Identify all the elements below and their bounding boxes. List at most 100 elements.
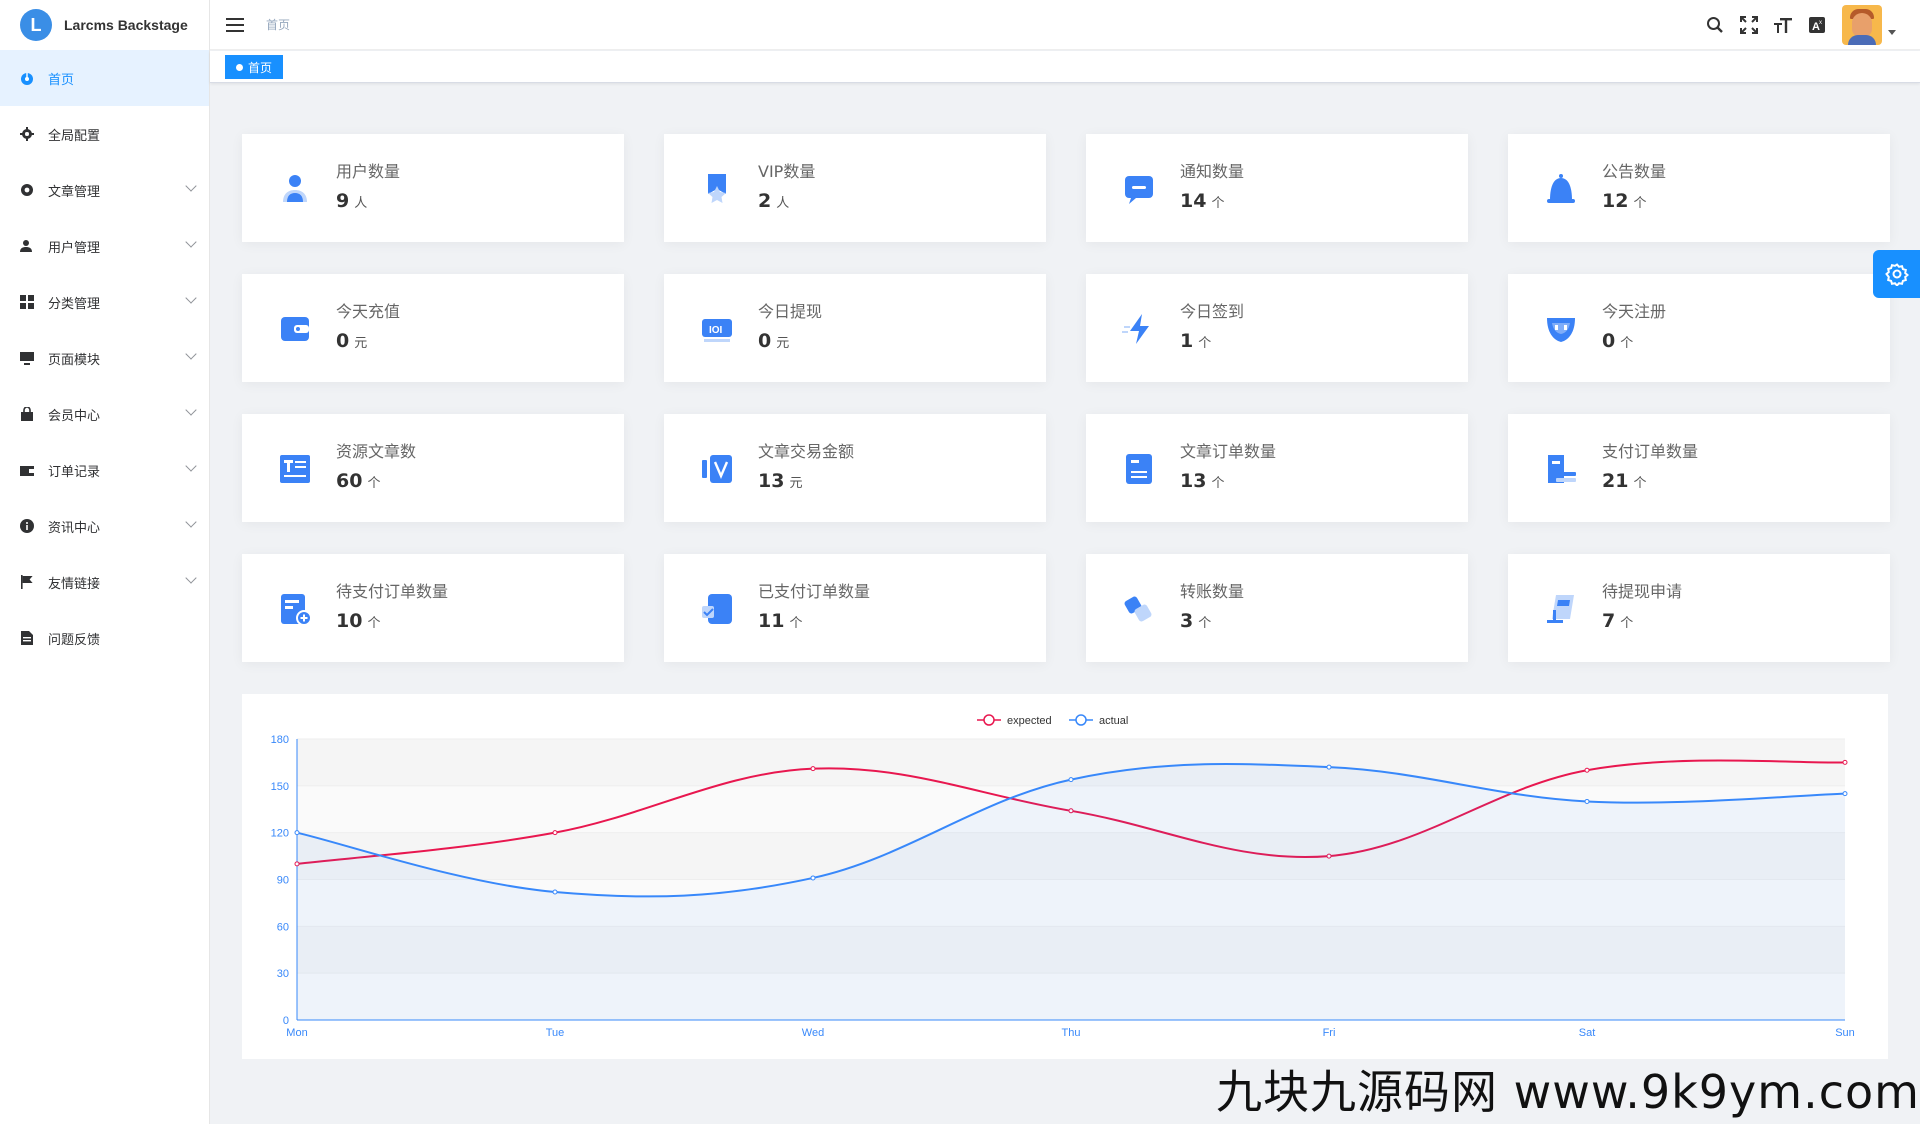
data-point-expected bbox=[1842, 759, 1848, 765]
sidebar-item-label: 会员中心 bbox=[48, 408, 101, 424]
stat-card[interactable]: 今天注册 0个 bbox=[1508, 274, 1890, 382]
stat-card[interactable]: 待支付订单数量 10 个 bbox=[242, 554, 624, 662]
stat-title: 文章交易金额 bbox=[758, 442, 855, 461]
stat-title: 支付订单数量 bbox=[1602, 442, 1699, 461]
tag-home[interactable]: 首页 bbox=[225, 55, 284, 79]
sidebar-item-2[interactable]: 文章管理 bbox=[0, 162, 209, 218]
stat-unit: 元 bbox=[789, 476, 803, 491]
bag-icon bbox=[20, 407, 34, 421]
receipt-icon bbox=[1544, 452, 1578, 486]
stat-card[interactable]: 公告数量 12 个 bbox=[1508, 134, 1890, 242]
stat-value-wrap: 14 个 bbox=[1180, 190, 1224, 212]
stat-value: 60 bbox=[336, 470, 363, 492]
sidebar-item-3[interactable]: 用户管理 bbox=[0, 218, 209, 274]
stat-unit: 个 bbox=[1198, 336, 1212, 351]
stat-card[interactable]: 资源文章数 60 个 bbox=[242, 414, 624, 522]
app-logo[interactable]: L Larcms Backstage bbox=[0, 0, 209, 50]
sidebar-item-10[interactable]: 问题反馈 bbox=[0, 610, 209, 666]
search-icon[interactable] bbox=[1704, 14, 1726, 36]
translate-icon[interactable]: Ax bbox=[1806, 14, 1828, 36]
stat-value: 2 bbox=[758, 190, 772, 212]
sidebar-item-1[interactable]: 全局配置 bbox=[0, 106, 209, 162]
stat-value-wrap: 60 个 bbox=[336, 470, 380, 492]
chevron-down-icon bbox=[185, 180, 197, 192]
info-icon bbox=[20, 519, 34, 533]
sidebar-item-label: 用户管理 bbox=[48, 240, 101, 256]
sidebar-item-label: 资讯中心 bbox=[48, 520, 101, 536]
dashboard-icon bbox=[20, 71, 34, 85]
font-size-icon[interactable] bbox=[1772, 14, 1794, 36]
bell-icon bbox=[1544, 172, 1578, 206]
stat-title: 资源文章数 bbox=[336, 442, 417, 461]
stat-card[interactable]: VIP数量 2人 bbox=[664, 134, 1046, 242]
stat-value: 0 bbox=[1602, 330, 1616, 352]
withdraw-icon bbox=[1544, 592, 1578, 626]
stat-value-wrap: 12 个 bbox=[1602, 190, 1646, 212]
x-tick-label: Wed bbox=[802, 1027, 824, 1039]
x-tick-label: Sun bbox=[1835, 1027, 1855, 1039]
stat-unit: 个 bbox=[1620, 616, 1634, 631]
stat-card[interactable]: 用户数量 9人 bbox=[242, 134, 624, 242]
fullscreen-icon[interactable] bbox=[1738, 14, 1760, 36]
sidebar-item-label: 全局配置 bbox=[48, 128, 101, 144]
sidebar-item-8[interactable]: 资讯中心 bbox=[0, 498, 209, 554]
sidebar-item-9[interactable]: 友情链接 bbox=[0, 554, 209, 610]
sidebar-item-label: 友情链接 bbox=[48, 576, 101, 592]
x-tick-label: Sat bbox=[1579, 1027, 1596, 1039]
stat-value-wrap: 0个 bbox=[1602, 330, 1633, 352]
sidebar-item-5[interactable]: 页面模块 bbox=[0, 330, 209, 386]
pending-doc-icon bbox=[278, 592, 312, 626]
stat-value: 9 bbox=[336, 190, 350, 212]
data-point-expected bbox=[552, 830, 558, 836]
wallet-icon bbox=[20, 463, 34, 477]
legend-label-actual: actual bbox=[1099, 715, 1128, 727]
stat-value: 13 bbox=[1180, 470, 1207, 492]
y-tick-label: 30 bbox=[277, 968, 289, 980]
data-point-actual bbox=[552, 889, 558, 895]
lightning-icon bbox=[1122, 312, 1156, 346]
stat-card[interactable]: 今天充值 0元 bbox=[242, 274, 624, 382]
logo-icon: L bbox=[20, 9, 52, 41]
stat-value-wrap: 0元 bbox=[758, 330, 789, 352]
stat-card[interactable]: 通知数量 14 个 bbox=[1086, 134, 1468, 242]
y-tick-label: 120 bbox=[271, 828, 289, 840]
sidebar-item-label: 文章管理 bbox=[48, 184, 101, 200]
hamburger-toggle-icon[interactable] bbox=[226, 17, 244, 32]
stat-card[interactable]: 文章交易金额 13 元 bbox=[664, 414, 1046, 522]
x-tick-label: Tue bbox=[546, 1027, 565, 1039]
caret-down-icon[interactable] bbox=[1888, 29, 1896, 35]
sidebar-item-label: 问题反馈 bbox=[48, 632, 101, 648]
stat-card[interactable]: 支付订单数量 21 个 bbox=[1508, 414, 1890, 522]
stat-title: 待支付订单数量 bbox=[336, 582, 449, 601]
sidebar-item-6[interactable]: 会员中心 bbox=[0, 386, 209, 442]
stat-card[interactable]: IOI 今日提现 0元 bbox=[664, 274, 1046, 382]
stat-unit: 元 bbox=[354, 336, 368, 351]
stat-card[interactable]: 今日签到 1个 bbox=[1086, 274, 1468, 382]
stat-card[interactable]: 文章订单数量 13 个 bbox=[1086, 414, 1468, 522]
stat-unit: 人 bbox=[354, 196, 368, 211]
sidebar-item-0[interactable]: 首页 bbox=[0, 50, 209, 106]
stat-value-wrap: 0元 bbox=[336, 330, 367, 352]
sidebar-item-4[interactable]: 分类管理 bbox=[0, 274, 209, 330]
data-point-actual bbox=[294, 830, 300, 836]
wallet-icon bbox=[278, 312, 312, 346]
y-tick-label: 150 bbox=[271, 781, 289, 793]
stat-value: 0 bbox=[336, 330, 350, 352]
breadcrumb[interactable]: 首页 bbox=[266, 16, 290, 33]
settings-gear-button[interactable] bbox=[1873, 250, 1920, 298]
cog-icon bbox=[20, 183, 34, 197]
stat-card[interactable]: 已支付订单数量 11 个 bbox=[664, 554, 1046, 662]
file-icon bbox=[20, 631, 34, 645]
stat-card[interactable]: 转账数量 3个 bbox=[1086, 554, 1468, 662]
flag-icon bbox=[20, 575, 34, 589]
user-avatar[interactable] bbox=[1842, 5, 1882, 45]
svg-text:IOI: IOI bbox=[709, 325, 723, 336]
stat-card[interactable]: 待提现申请 7个 bbox=[1508, 554, 1890, 662]
chevron-down-icon bbox=[185, 460, 197, 472]
data-point-actual bbox=[1842, 791, 1848, 797]
legend-marker-expected bbox=[983, 714, 995, 726]
sidebar-item-7[interactable]: 订单记录 bbox=[0, 442, 209, 498]
app-name: Larcms Backstage bbox=[64, 17, 188, 33]
stat-title: 用户数量 bbox=[336, 162, 401, 181]
document-icon bbox=[1122, 452, 1156, 486]
